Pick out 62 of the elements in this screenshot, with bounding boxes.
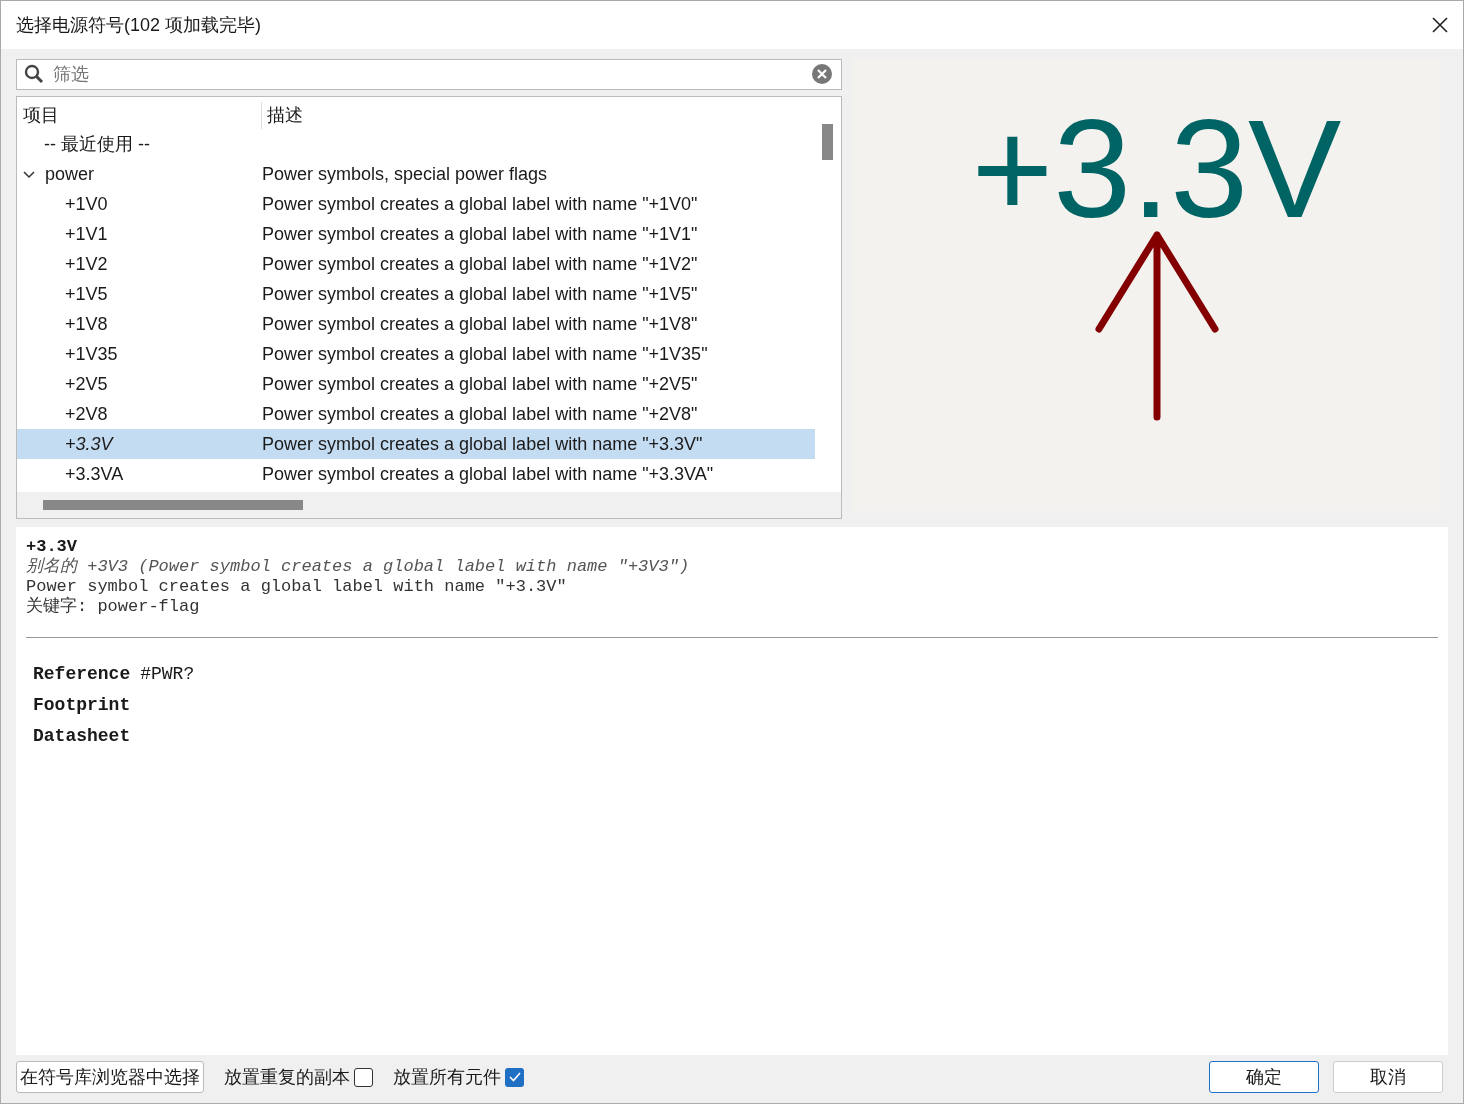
item-description: Power symbol creates a global label with name "+3.3V"	[262, 432, 703, 456]
item-description: Power symbol creates a global label with name "+1V35"	[262, 342, 708, 366]
tree-row[interactable]: +1V2 Power symbol creates a global label with name "+1V2"	[17, 249, 815, 279]
item-description: Power symbol creates a global label with name "+1V0"	[262, 192, 698, 216]
tree-row[interactable]: -- 最近使用 --	[17, 129, 815, 159]
item-name: +1V5	[65, 282, 108, 306]
item-name: power	[45, 162, 95, 186]
tree-row[interactable]: +1V35 Power symbol creates a global label with name "+1V35"	[17, 339, 815, 369]
checkmark-icon	[508, 1072, 521, 1082]
item-description: Power symbol creates a global label with name "+3.3VA"	[262, 462, 714, 486]
item-description: Power symbol creates a global label with name "+2V8"	[262, 402, 698, 426]
checkbox-label: 放置所有元件	[393, 1065, 501, 1089]
column-header[interactable]: 描述	[262, 101, 303, 129]
item-name: +2V8	[65, 402, 108, 426]
tree-row[interactable]: +1V0 Power symbol creates a global label with name "+1V0"	[17, 189, 815, 219]
item-name: +2V5	[65, 372, 108, 396]
field-value: #PWR?	[140, 664, 195, 684]
item-name: +1V0	[65, 192, 108, 216]
item-name: -- 最近使用 --	[44, 132, 150, 156]
item-name: +3.3V	[65, 432, 113, 456]
close-icon[interactable]	[1431, 16, 1449, 34]
tree-row[interactable]: +3.3VA Power symbol creates a global label with name "+3.3VA"	[17, 459, 815, 489]
scrollbar-thumb[interactable]	[43, 500, 303, 510]
power-label: +3.3V	[970, 99, 1342, 239]
checkbox[interactable]	[505, 1067, 524, 1087]
tree-row[interactable]: +1V5 Power symbol creates a global label with name "+1V5"	[17, 279, 815, 309]
ok-button[interactable]: 确定	[1209, 1061, 1319, 1093]
symbol-name: +3.3V	[26, 537, 78, 557]
item-description: Power symbol creates a global label with name "+1V8"	[262, 312, 698, 336]
field-label: Reference	[33, 664, 131, 684]
checkbox-label: 放置重复的副本	[224, 1065, 350, 1089]
tree-row[interactable]: +1V1 Power symbol creates a global label with name "+1V1"	[17, 219, 815, 249]
item-name: +1V8	[65, 312, 108, 336]
browse-button[interactable]: 在符号库浏览器中选择	[16, 1061, 204, 1093]
item-description: Power symbol creates a global label with name "+1V2"	[262, 252, 698, 276]
search-icon	[24, 64, 44, 84]
item-description: Power symbol creates a global label with name "+2V5"	[262, 372, 698, 396]
checkbox[interactable]	[354, 1067, 373, 1087]
item-name: +1V2	[65, 252, 108, 276]
item-description: Power symbols, special power flags	[262, 162, 548, 186]
tree-row[interactable]: power Power symbols, special power flags	[17, 159, 815, 189]
item-name: +1V35	[65, 342, 118, 366]
description-text: Power symbol creates a global label with name ″+3.3V″	[26, 577, 568, 596]
chevron-down-icon[interactable]	[23, 168, 35, 180]
alias-text: 别名的 +3V3 (Power symbol creates a global label with name ″+3V3″)	[26, 557, 691, 577]
scrollbar-thumb[interactable]	[822, 124, 833, 160]
tree-row[interactable]: +2V8 Power symbol creates a global label with name "+2V8"	[17, 399, 815, 429]
field-label: Footprint	[33, 695, 131, 715]
column-header[interactable]: 项目	[17, 101, 262, 129]
keywords-text: 关键字: power-flag	[26, 597, 201, 617]
cancel-button[interactable]: 取消	[1333, 1061, 1443, 1093]
item-name: +3.3VA	[65, 462, 124, 486]
clear-icon[interactable]	[811, 63, 833, 85]
search-field[interactable]: 筛选	[16, 59, 842, 90]
item-description: Power symbol creates a global label with name "+1V1"	[262, 222, 698, 246]
tree-row[interactable]: +2V5 Power symbol creates a global label with name "+2V5"	[17, 369, 815, 399]
item-name: +1V1	[65, 222, 108, 246]
item-description: Power symbol creates a global label with name "+1V5"	[262, 282, 698, 306]
tree-row[interactable]: +1V8 Power symbol creates a global label with name "+1V8"	[17, 309, 815, 339]
field-label: Datasheet	[33, 726, 131, 746]
window-title: 选择电源符号(102 项加载完毕)	[16, 13, 262, 37]
tree-row[interactable]: +3.3V Power symbol creates a global label with name "+3.3V"	[17, 429, 815, 459]
